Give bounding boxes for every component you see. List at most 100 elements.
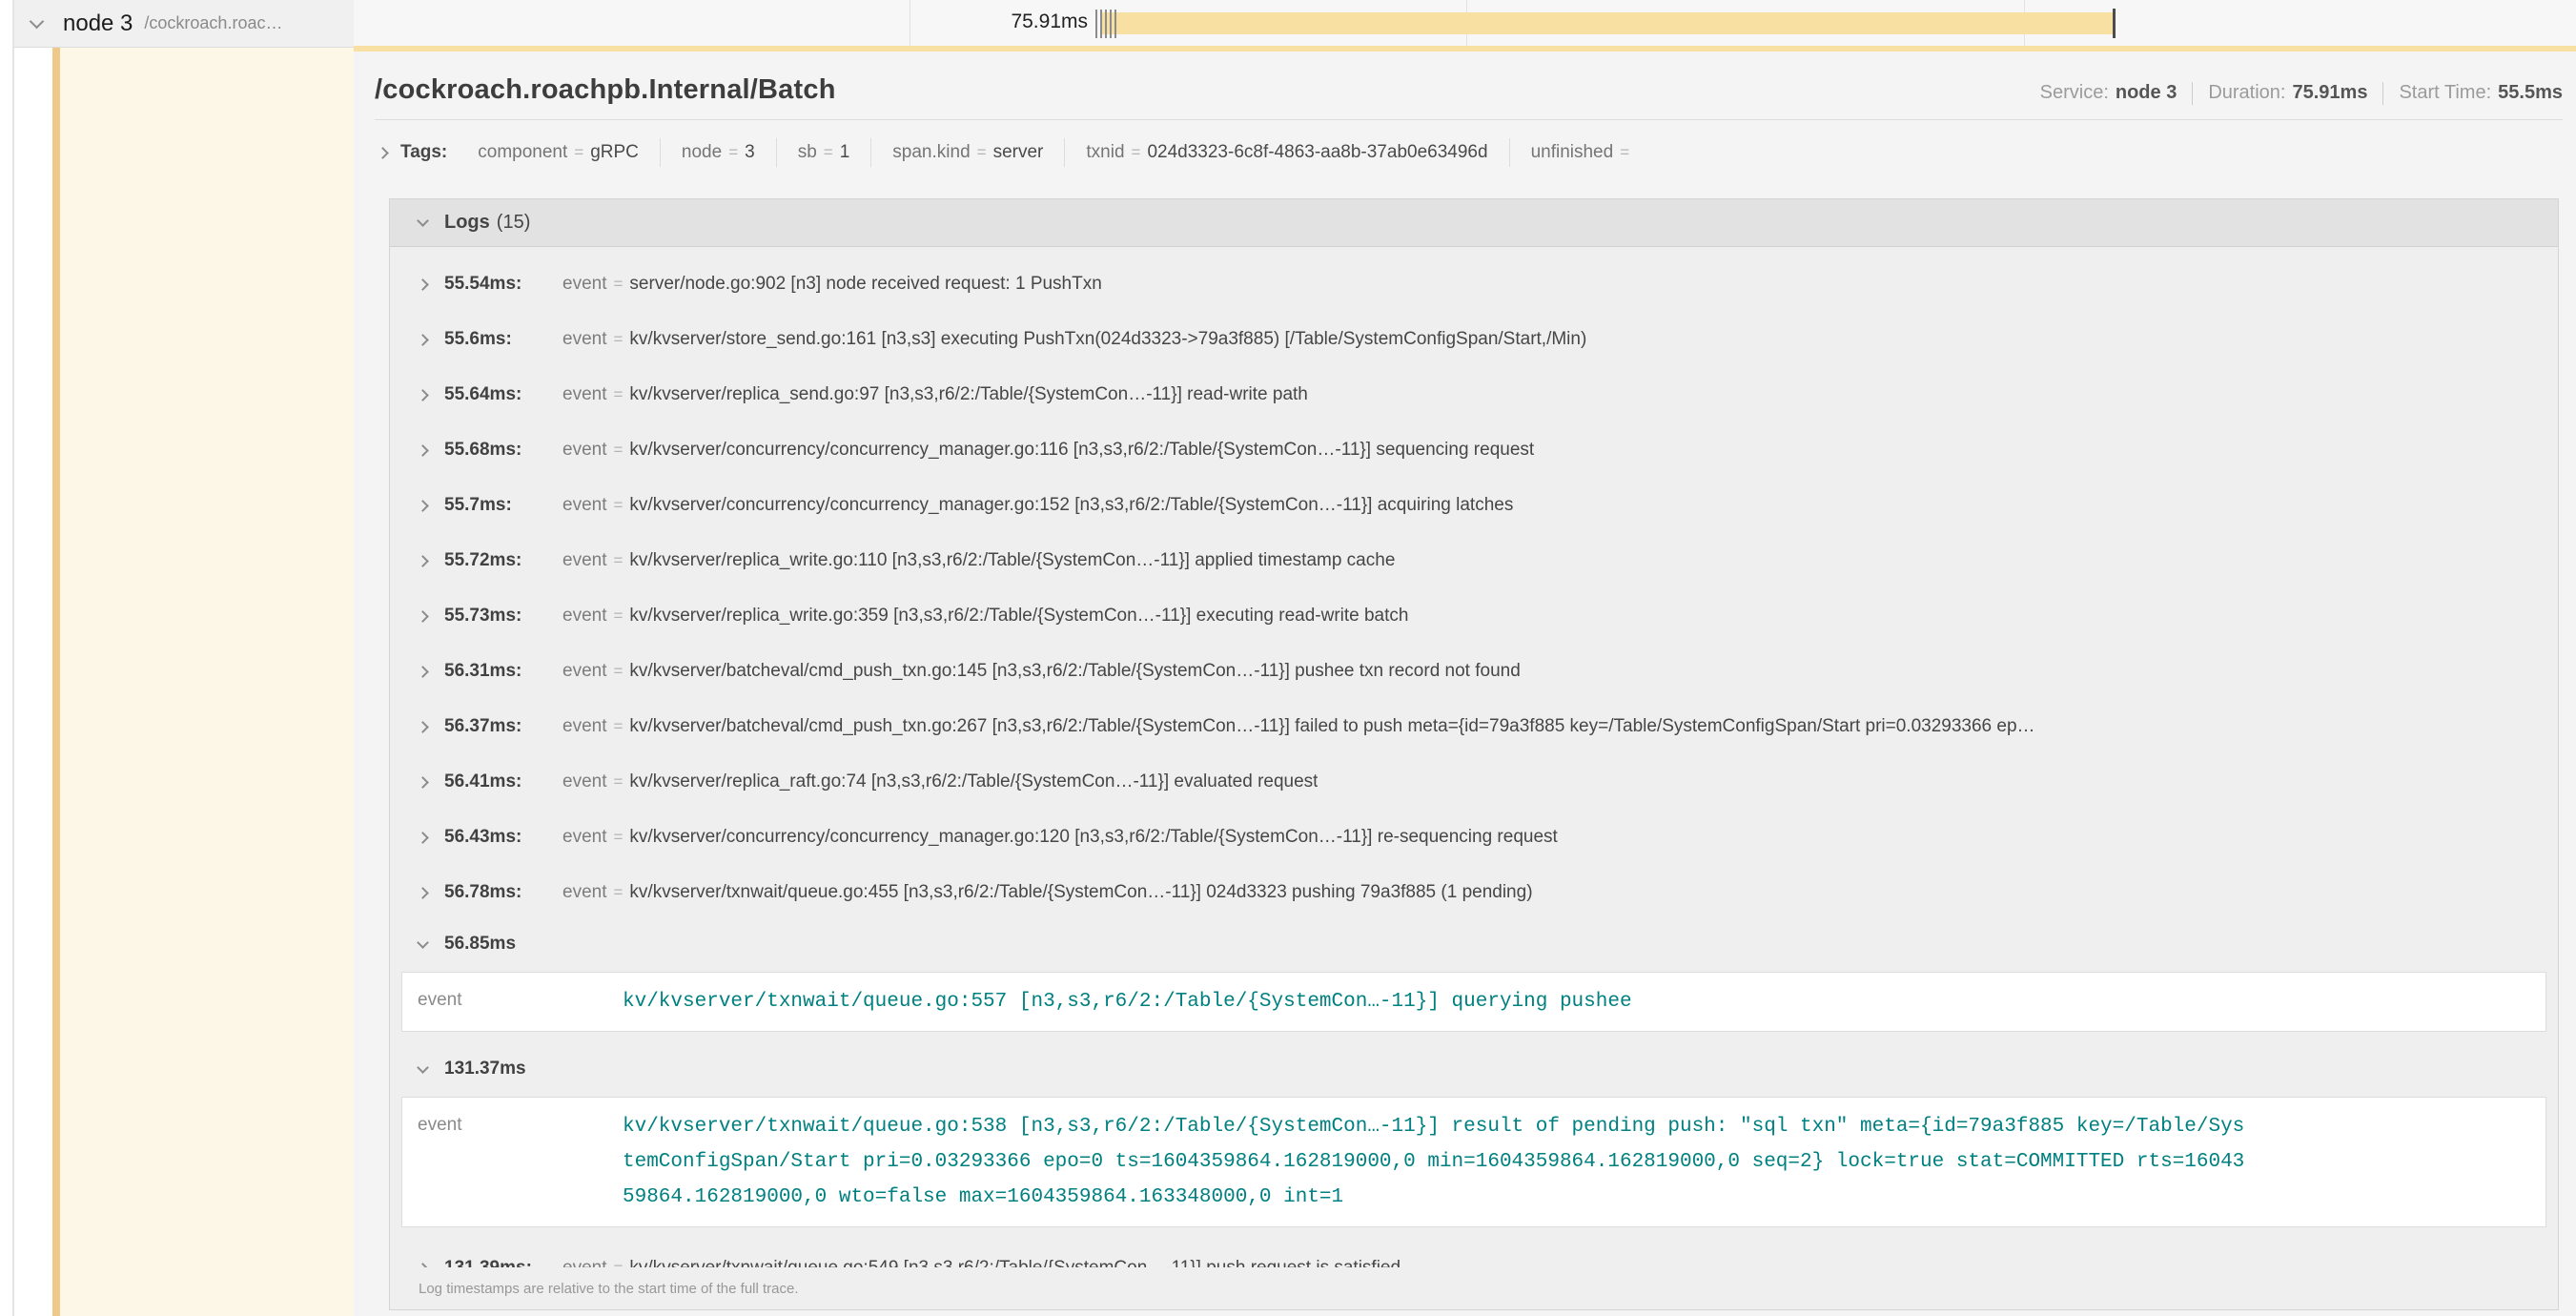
log-timestamp: 55.7ms: [444,495,549,516]
chevron-right-icon[interactable] [417,610,429,623]
chevron-right-icon[interactable] [417,776,429,789]
log-field: event=kv/kvserver/store_send.go:161 [n3,… [562,329,1586,350]
start-time-label: Start Time: [2399,82,2491,104]
log-entry-row[interactable]: 56.37ms:event=kv/kvserver/batcheval/cmd_… [390,699,2558,754]
logs-footer-note: Log timestamps are relative to the start… [390,1267,2558,1309]
chevron-right-icon[interactable] [417,1263,429,1267]
chevron-down-icon[interactable] [30,14,45,30]
log-timestamp: 56.85ms [444,934,516,955]
log-field-key: event [562,384,606,404]
log-field-key: event [562,827,606,847]
log-entry-row[interactable]: 55.6ms:event=kv/kvserver/store_send.go:1… [390,312,2558,367]
log-message: server/node.go:902 [n3] node received re… [629,274,1101,294]
chevron-right-icon[interactable] [417,278,429,291]
tag-equals-sign: = [728,143,738,161]
log-message: kv/kvserver/txnwait/queue.go:549 [n3,s3,… [629,1258,1400,1267]
tag-item: component=gRPC [457,138,660,167]
chevron-right-icon[interactable] [417,832,429,844]
log-entry-row[interactable]: 56.43ms:event=kv/kvserver/concurrency/co… [390,810,2558,865]
tag-equals-sign: = [1620,143,1629,161]
log-field-key: event [562,440,606,460]
tag-item: sb=1 [776,138,871,167]
log-message: kv/kvserver/txnwait/queue.go:455 [n3,s3,… [629,882,1532,902]
log-field: event=kv/kvserver/concurrency/concurrenc… [562,495,1513,516]
log-field: event=kv/kvserver/replica_write.go:110 [… [562,550,1395,571]
logs-accordion-header[interactable]: Logs (15) [390,199,2558,247]
span-bar-end-marker [2113,9,2116,38]
log-entry-row[interactable]: 131.39ms:event=kv/kvserver/txnwait/queue… [390,1241,2558,1267]
chevron-down-icon[interactable] [417,936,429,949]
log-equals-sign: = [613,883,623,901]
log-entry-row[interactable]: 55.64ms:event=kv/kvserver/replica_send.g… [390,367,2558,422]
tags-accordion[interactable]: Tags: component=gRPCnode=3sb=1span.kind=… [378,132,2563,174]
log-field-value: kv/kvserver/txnwait/queue.go:557 [n3,s3,… [623,984,1632,1019]
log-timestamp: 55.73ms: [444,606,549,627]
chevron-right-icon[interactable] [417,389,429,401]
log-entry-row[interactable]: 55.54ms:event=server/node.go:902 [n3] no… [390,257,2558,312]
chevron-right-icon[interactable] [417,721,429,733]
tag-equals-sign: = [574,143,583,161]
log-field-key: event [562,1258,606,1267]
chevron-right-icon[interactable] [417,887,429,899]
tag-value: server [993,142,1044,162]
log-field-value-line: kv/kvserver/txnwait/queue.go:557 [n3,s3,… [623,984,1632,1019]
log-field-key: event [562,329,606,349]
log-timestamp: 131.37ms [444,1059,526,1080]
log-equals-sign: = [613,717,623,735]
tag-equals-sign: = [977,143,987,161]
log-entry-expanded: 56.85ms eventkv/kvserver/txnwait/queue.go… [390,920,2558,1032]
span-detail-meta: Service: node 3 Duration: 75.91ms Start … [2040,82,2563,105]
header-divider [375,119,2563,120]
chevron-right-icon[interactable] [417,666,429,678]
log-entry-row[interactable]: 56.41ms:event=kv/kvserver/replica_raft.g… [390,754,2558,810]
start-time-value: 55.5ms [2498,82,2563,104]
log-equals-sign: = [613,330,623,348]
chevron-right-icon[interactable] [417,500,429,512]
log-entry-expanded-header[interactable]: 131.37ms [390,1045,2558,1093]
log-timestamp: 56.78ms: [444,882,549,903]
log-equals-sign: = [613,607,623,625]
chevron-down-icon[interactable] [417,1061,429,1074]
tag-value: 024d3323-6c8f-4863-aa8b-37ab0e63496d [1147,142,1487,162]
log-entry-row[interactable]: 55.7ms: event=kv/kvserver/concurrency/con… [390,478,2558,533]
span-service-name[interactable]: node 3 [63,10,133,37]
chevron-right-icon[interactable] [417,334,429,346]
log-equals-sign: = [613,551,623,569]
log-entry-expanded: 131.37ms eventkv/kvserver/txnwait/queue.g… [390,1045,2558,1227]
logs-accordion: Logs (15) 55.54ms:event=server/node.go:9… [389,198,2559,1310]
log-entry-row[interactable]: 56.31ms:event=kv/kvserver/batcheval/cmd_… [390,644,2558,699]
chevron-right-icon[interactable] [417,444,429,457]
log-field-value: kv/kvserver/txnwait/queue.go:538 [n3,s3,… [623,1109,2244,1215]
log-message: kv/kvserver/batcheval/cmd_push_txn.go:26… [629,716,2034,736]
log-equals-sign: = [613,441,623,459]
log-entry-expanded-header[interactable]: 56.85ms [390,920,2558,968]
log-fields-table: eventkv/kvserver/txnwait/queue.go:538 [n… [401,1097,2546,1227]
span-name-cell[interactable]: node 3 /cockroach.roach… [14,0,354,48]
span-duration-label: 75.91ms [888,10,1088,33]
left-rail-divider [12,0,14,1316]
chevron-down-icon[interactable] [417,215,429,227]
log-message: kv/kvserver/concurrency/concurrency_mana… [629,495,1513,515]
log-equals-sign: = [613,275,623,293]
span-operation-name[interactable]: /cockroach.roach… [144,13,287,33]
log-field-key: event [562,771,606,792]
log-entry-row[interactable]: 55.72ms:event=kv/kvserver/replica_write.… [390,533,2558,588]
log-equals-sign: = [613,496,623,514]
log-timestamp: 55.64ms: [444,384,549,405]
chevron-right-icon[interactable] [417,555,429,567]
tag-value: gRPC [590,142,639,162]
log-timestamp: 56.41ms: [444,771,549,792]
log-equals-sign: = [613,385,623,403]
tag-value: 1 [840,142,850,162]
timeline-row[interactable]: 75.91ms [354,0,2576,48]
span-duration-bar[interactable] [1101,12,2113,34]
tag-key: sb [798,142,817,162]
chevron-right-icon[interactable] [377,147,389,159]
tags-label: Tags: [400,142,447,163]
log-field-key: event [418,984,623,1019]
span-row-background [59,48,354,1316]
log-entry-row[interactable]: 55.73ms:event=kv/kvserver/replica_write.… [390,588,2558,644]
log-entry-row[interactable]: 55.68ms:event=kv/kvserver/concurrency/co… [390,422,2558,478]
log-field-key: event [562,606,606,626]
log-entry-row[interactable]: 56.78ms:event=kv/kvserver/txnwait/queue.… [390,865,2558,920]
